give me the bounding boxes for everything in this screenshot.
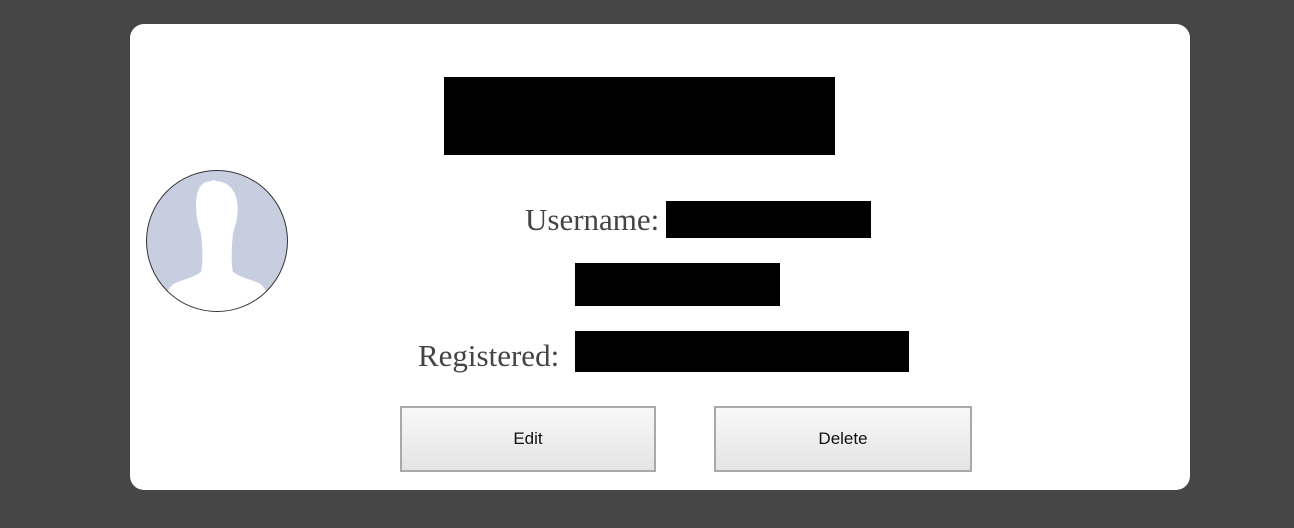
registered-date-redacted xyxy=(575,331,909,372)
registered-label: Registered: xyxy=(418,338,560,373)
avatar xyxy=(146,170,288,312)
username-value-redacted xyxy=(666,201,871,238)
profile-name-redacted xyxy=(444,77,835,155)
edit-button[interactable]: Edit xyxy=(400,406,656,472)
profile-card: Username: Registered: Edit Delete xyxy=(130,24,1190,490)
user-silhouette-icon xyxy=(162,179,272,311)
profile-detail-redacted xyxy=(575,263,780,306)
username-label: Username: xyxy=(525,202,660,237)
delete-button[interactable]: Delete xyxy=(714,406,972,472)
